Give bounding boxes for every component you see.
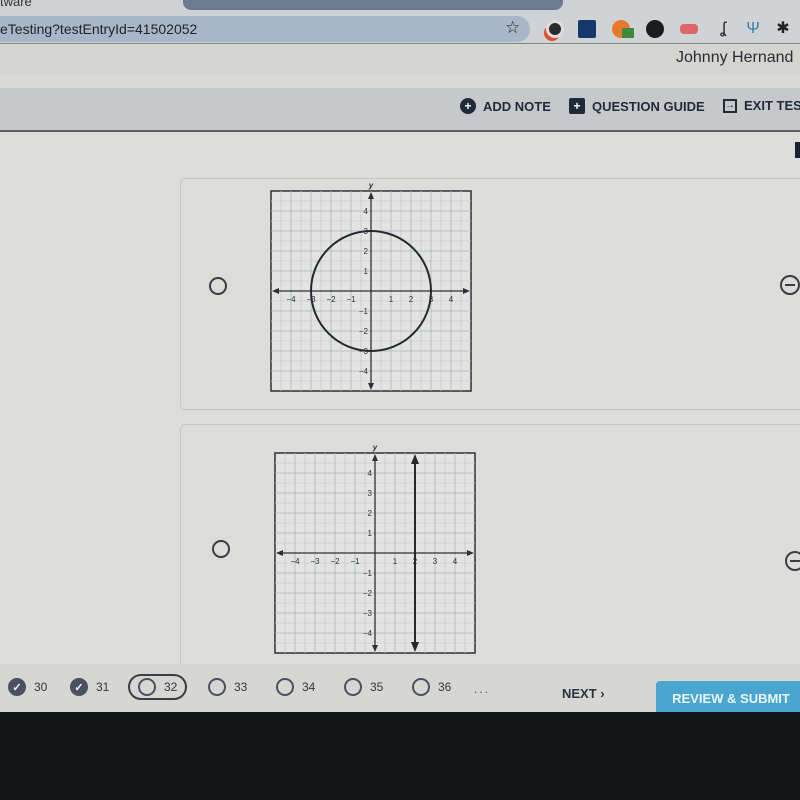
- y-tick-label: 2: [368, 509, 373, 518]
- question-nav-32[interactable]: 32: [128, 674, 188, 700]
- question-guide-button[interactable]: + QUESTION GUIDE: [569, 98, 705, 114]
- question-number: 33: [234, 680, 248, 694]
- extension-icon-1[interactable]: [546, 20, 564, 38]
- answer-option-b[interactable]: xy−4−3−2−112344321−1−2−3−4: [180, 424, 800, 684]
- y-tick-label: 3: [368, 489, 373, 498]
- question-nav-31[interactable]: ✓ 31: [62, 674, 117, 700]
- question-nav-34[interactable]: 34: [268, 674, 323, 700]
- plus-circle-icon: +: [460, 98, 476, 114]
- empty-circle-icon: [276, 678, 294, 696]
- question-guide-label: QUESTION GUIDE: [592, 98, 705, 114]
- active-tab[interactable]: [183, 0, 563, 10]
- address-bar[interactable]: eTesting?testEntryId=41502052 ☆: [0, 16, 530, 42]
- x-tick-label: −1: [350, 557, 360, 566]
- extension-icon-6[interactable]: ʆ: [714, 20, 732, 38]
- question-content: xy−4−3−2−112344321−1−2−3−4 xy−4−3−2−1123…: [0, 134, 800, 684]
- exit-test-button[interactable]: → EXIT TES: [723, 98, 800, 113]
- y-tick-label: −4: [359, 367, 369, 376]
- y-tick-label: −4: [363, 629, 373, 638]
- y-tick-label: 1: [368, 529, 373, 538]
- y-axis-label: y: [368, 181, 374, 190]
- add-note-label: ADD NOTE: [483, 98, 551, 114]
- y-tick-label: −1: [359, 307, 369, 316]
- x-tick-label: −4: [290, 557, 300, 566]
- y-tick-label: −2: [363, 589, 373, 598]
- puzzle-extensions-icon[interactable]: ✱: [774, 20, 792, 38]
- question-number: 32: [164, 680, 178, 694]
- question-guide-icon: +: [569, 98, 585, 114]
- question-nav-30[interactable]: ✓ 30: [0, 674, 55, 700]
- empty-circle-icon: [208, 678, 226, 696]
- add-note-button[interactable]: + ADD NOTE: [460, 98, 551, 114]
- checkmark-circle-icon: ✓: [70, 678, 88, 696]
- extension-icon-5[interactable]: [680, 24, 698, 34]
- x-tick-label: 4: [449, 295, 454, 304]
- extension-icon-4[interactable]: [646, 20, 664, 38]
- y-tick-label: −2: [359, 327, 369, 336]
- y-tick-label: −3: [363, 609, 373, 618]
- x-tick-label: −1: [346, 295, 356, 304]
- empty-circle-icon: [344, 678, 362, 696]
- x-tick-label: 3: [433, 557, 438, 566]
- exit-test-label: EXIT TES: [744, 98, 800, 113]
- next-button[interactable]: NEXT ›: [562, 686, 605, 701]
- extension-icon-2[interactable]: [578, 20, 596, 38]
- x-tick-label: 2: [409, 295, 414, 304]
- question-number: 36: [438, 680, 452, 694]
- option-a-eliminate-icon[interactable]: [780, 275, 800, 295]
- y-tick-label: −1: [363, 569, 373, 578]
- exit-icon: →: [723, 98, 737, 113]
- tab-title[interactable]: tware: [0, 0, 32, 9]
- y-tick-label: 1: [364, 267, 369, 276]
- url-text[interactable]: eTesting?testEntryId=41502052: [0, 21, 197, 37]
- flag-icon[interactable]: [795, 142, 800, 158]
- test-toolbar: + ADD NOTE + QUESTION GUIDE → EXIT TES: [0, 88, 800, 132]
- y-tick-label: 2: [364, 247, 369, 256]
- extension-icon-3-badge: [622, 28, 634, 38]
- question-nav-33[interactable]: 33: [200, 674, 255, 700]
- question-number: 31: [96, 680, 110, 694]
- checkmark-circle-icon: ✓: [8, 678, 26, 696]
- option-a-radio[interactable]: [209, 277, 227, 295]
- x-tick-label: −3: [310, 557, 320, 566]
- answer-option-a[interactable]: xy−4−3−2−112344321−1−2−3−4: [180, 178, 800, 410]
- review-submit-button[interactable]: REVIEW & SUBMIT: [656, 681, 800, 712]
- bookmark-star-icon[interactable]: ☆: [505, 18, 520, 38]
- x-tick-label: 4: [453, 557, 458, 566]
- y-tick-label: 4: [368, 469, 373, 478]
- user-header: Johnny Hernand: [0, 45, 800, 75]
- option-b-eliminate-icon[interactable]: [785, 551, 800, 571]
- empty-circle-icon: [412, 678, 430, 696]
- question-nav-35[interactable]: 35: [336, 674, 391, 700]
- x-tick-label: −2: [326, 295, 336, 304]
- option-a-graph: xy−4−3−2−112344321−1−2−3−4: [270, 181, 472, 392]
- y-tick-label: 4: [364, 207, 369, 216]
- monitor-bezel: [0, 712, 800, 800]
- question-nav-36[interactable]: 36: [404, 674, 459, 700]
- x-tick-label: −4: [286, 295, 296, 304]
- x-tick-label: −2: [330, 557, 340, 566]
- screen: tware eTesting?testEntryId=41502052 ☆ ʆ …: [0, 0, 800, 712]
- question-number: 30: [34, 680, 48, 694]
- question-number: 35: [370, 680, 384, 694]
- x-tick-label: 1: [389, 295, 394, 304]
- y-axis-label: y: [372, 443, 378, 452]
- user-name[interactable]: Johnny Hernand: [676, 49, 793, 67]
- x-tick-label: 1: [393, 557, 398, 566]
- extension-icon-7[interactable]: Ψ: [744, 20, 762, 38]
- option-b-graph: xy−4−3−2−112344321−1−2−3−4: [274, 443, 476, 654]
- more-questions-ellipsis[interactable]: ...: [474, 682, 490, 696]
- browser-toolbar: eTesting?testEntryId=41502052 ☆ ʆ Ψ ✱: [0, 14, 800, 44]
- empty-circle-icon: [138, 678, 156, 696]
- question-navigation: ✓ 30 ✓ 31 32 33 34 35 36 ... NEXT › REVIEW & SUB…: [0, 664, 800, 712]
- option-b-radio[interactable]: [212, 540, 230, 558]
- question-number: 34: [302, 680, 316, 694]
- browser-tab-strip: tware: [0, 0, 800, 14]
